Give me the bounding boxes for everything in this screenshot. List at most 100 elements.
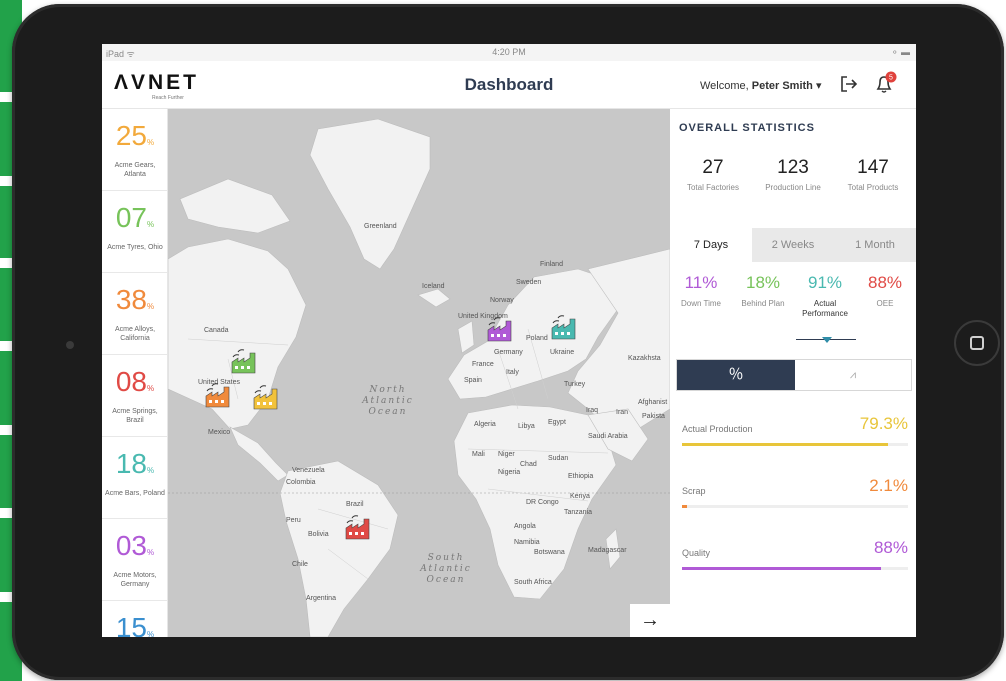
map-label-peru: Peru (286, 517, 301, 524)
map-label-saudi-arabia: Saudi Arabia (588, 433, 628, 440)
metric-behind-plan[interactable]: 18% Behind Plan (734, 273, 792, 309)
map-label-poland: Poland (526, 335, 548, 342)
kpi-label: Acme Alloys, California (114, 326, 156, 342)
map-label-chile: Chile (292, 561, 308, 568)
selected-metric-caret-icon (822, 337, 832, 343)
user-menu[interactable]: Welcome, Peter Smith ▾ (700, 79, 822, 92)
ocean-label-south-atlantic: South Atlantic Ocean (420, 553, 472, 585)
map-label-germany: Germany (494, 349, 523, 356)
map-label-italy: Italy (506, 369, 519, 376)
bar-label: Scrap (682, 486, 706, 496)
map-label-kenya: Kenya (570, 493, 590, 500)
map-label-venezuela: Venezuela (292, 467, 325, 474)
chart-view-button[interactable]: ⩘ (795, 360, 911, 390)
period-tabs: 7 Days 2 Weeks 1 Month (670, 228, 916, 262)
map-label-turkey: Turkey (564, 381, 586, 388)
progress-fill (682, 567, 881, 570)
bar-value: 2.1% (869, 476, 908, 495)
stat-label: Total Factories (686, 183, 740, 192)
map-label-ukraine: Ukraine (550, 349, 575, 356)
map-label-norway: Norway (490, 297, 514, 304)
next-arrow-button[interactable]: → (630, 604, 670, 637)
factory-kpi[interactable]: 08% Acme Springs, Brazil (102, 355, 167, 437)
kpi-value: 07% (115, 202, 155, 233)
percent-view-button[interactable]: ％ (677, 360, 795, 390)
factory-marker-icon[interactable] (230, 349, 258, 375)
map-label-tanzania: Tanzania (564, 509, 593, 516)
metric-label: Behind Plan (741, 299, 785, 308)
user-name: Peter Smith (751, 80, 813, 92)
map-label-bolivia: Bolivia (308, 531, 329, 538)
metric-actual-performance[interactable]: 91% Actual Performance (796, 273, 854, 319)
welcome-text: Welcome, (700, 80, 749, 92)
bar-value: 79.3% (859, 414, 908, 433)
kpi-label: Acme Tyres, Ohio (107, 244, 163, 251)
kpi-label: Acme Bars, Poland (105, 490, 165, 497)
factory-kpi[interactable]: 15% (102, 601, 167, 638)
stat-total-factories: 27 Total Factories (674, 157, 752, 193)
factory-kpi[interactable]: 07% Acme Tyres, Ohio (102, 191, 167, 273)
kpi-value: 08% (115, 366, 155, 397)
kpi-label: Acme Motors, Germany (113, 572, 157, 588)
kpi-value: 38% (115, 284, 155, 315)
bar-quality: Quality 88% (682, 538, 908, 578)
panel-title: OVERALL STATISTICS (679, 122, 815, 134)
map-label-canada: Canada (204, 327, 229, 334)
factory-marker-icon[interactable] (550, 315, 578, 341)
percent-icon: ％ (728, 366, 744, 383)
stat-value: 123 (777, 157, 809, 178)
metric-value: 11% (684, 273, 718, 292)
metric-label: OEE (876, 299, 894, 308)
notification-count: 5 (889, 75, 893, 82)
map-label-iran: Iran (616, 409, 629, 416)
tab-1-month[interactable]: 1 Month (834, 228, 916, 262)
status-bar: iPad ᯤ 4:20 PM ⚬ ▬ (102, 44, 916, 61)
landmass-south-america (279, 460, 399, 637)
factory-sidebar: 25% Acme Gears, Atlanta 07% Acme Tyres, … (102, 109, 168, 637)
kpi-value: 15% (115, 612, 155, 638)
metric-oee[interactable]: 88% OEE (856, 273, 914, 309)
bar-value: 88% (873, 538, 908, 557)
tab-2-weeks[interactable]: 2 Weeks (752, 228, 834, 262)
stat-label: Production Line (765, 183, 821, 192)
stat-value: 147 (857, 157, 889, 178)
stat-label: Total Products (847, 183, 899, 192)
map-label-ethiopia: Ethiopia (568, 473, 594, 480)
factory-marker-icon[interactable] (252, 385, 280, 411)
factory-marker-icon[interactable] (486, 317, 514, 343)
world-map[interactable]: Greenland Iceland Canada United States M… (168, 109, 670, 637)
photo-stage: iPad ᯤ 4:20 PM ⚬ ▬ ΛVNET Reach Further D… (0, 0, 1006, 681)
factory-kpi[interactable]: 18% Acme Bars, Poland (102, 437, 167, 519)
map-label-greenland: Greenland (364, 223, 397, 230)
map-label-argentina: Argentina (306, 595, 336, 602)
map-label-spain: Spain (464, 377, 482, 384)
map-label-libya: Libya (518, 423, 535, 430)
app-screen: iPad ᯤ 4:20 PM ⚬ ▬ ΛVNET Reach Further D… (102, 44, 916, 637)
app-header: ΛVNET Reach Further Dashboard Welcome, P… (102, 61, 916, 109)
home-button[interactable] (954, 320, 1000, 366)
factory-kpi[interactable]: 25% Acme Gears, Atlanta (102, 109, 167, 191)
factory-kpi[interactable]: 03% Acme Motors, Germany (102, 519, 167, 601)
stat-production-line: 123 Production Line (754, 157, 832, 193)
progress-track (682, 567, 908, 570)
map-label-algeria: Algeria (474, 421, 496, 428)
notification-bell-icon[interactable]: 5 (872, 71, 898, 97)
landmass-greenland (309, 118, 431, 270)
kpi-label: Acme Springs, Brazil (112, 408, 158, 424)
logo-tagline: Reach Further (152, 95, 184, 101)
chevron-down-icon: ▾ (815, 80, 822, 92)
front-camera (66, 341, 74, 349)
metric-down-time[interactable]: 11% Down Time (672, 273, 730, 309)
factory-marker-icon[interactable] (344, 515, 372, 541)
bar-label: Quality (682, 548, 711, 558)
logout-icon[interactable] (838, 73, 860, 95)
factory-kpi[interactable]: 38% Acme Alloys, California (102, 273, 167, 355)
kpi-value: 03% (115, 530, 155, 561)
factory-marker-icon[interactable] (204, 383, 232, 409)
landmass-central-america (229, 426, 289, 482)
tab-7-days[interactable]: 7 Days (670, 228, 752, 262)
map-label-niger: Niger (498, 451, 515, 458)
landmass-iceland (417, 288, 451, 308)
kpi-label: Acme Gears, Atlanta (114, 162, 156, 178)
map-label-egypt: Egypt (548, 419, 566, 426)
